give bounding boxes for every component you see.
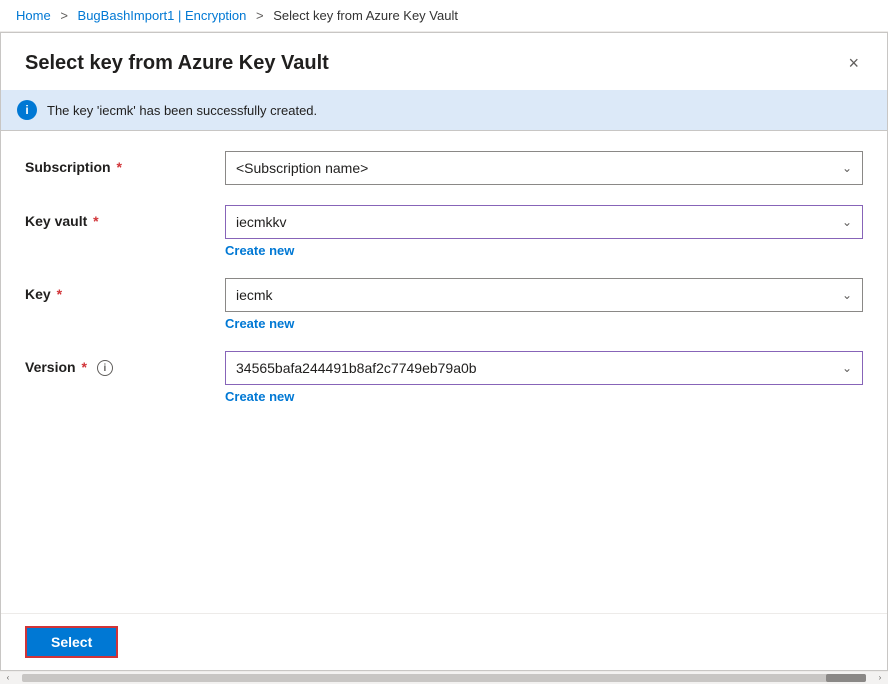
key-dropdown[interactable]: iecmk ⌄ bbox=[225, 278, 863, 312]
scroll-left-arrow[interactable]: ‹ bbox=[2, 672, 14, 684]
banner-message: The key 'iecmk' has been successfully cr… bbox=[47, 103, 317, 118]
version-dropdown[interactable]: 34565bafa244491b8af2c7749eb79a0b ⌄ bbox=[225, 351, 863, 385]
subscription-control: <Subscription name> ⌄ bbox=[225, 151, 863, 185]
key-vault-label: Key vault * bbox=[25, 205, 225, 229]
version-required: * bbox=[78, 359, 87, 375]
subscription-required: * bbox=[113, 159, 122, 175]
key-control: iecmk ⌄ Create new bbox=[225, 278, 863, 331]
dialog: Select key from Azure Key Vault × i The … bbox=[0, 32, 888, 671]
subscription-dropdown[interactable]: <Subscription name> ⌄ bbox=[225, 151, 863, 185]
info-icon: i bbox=[17, 100, 37, 120]
version-create-new[interactable]: Create new bbox=[225, 389, 863, 404]
dialog-body: Subscription * <Subscription name> ⌄ Key… bbox=[1, 130, 887, 613]
subscription-row: Subscription * <Subscription name> ⌄ bbox=[25, 151, 863, 185]
key-create-new[interactable]: Create new bbox=[225, 316, 863, 331]
key-label: Key * bbox=[25, 278, 225, 302]
page-wrapper: Home > BugBashImport1 | Encryption > Sel… bbox=[0, 0, 888, 683]
key-vault-row: Key vault * iecmkkv ⌄ Create new bbox=[25, 205, 863, 258]
dialog-footer: Select bbox=[1, 613, 887, 670]
breadcrumb-current: Select key from Azure Key Vault bbox=[273, 8, 458, 23]
key-vault-create-new[interactable]: Create new bbox=[225, 243, 863, 258]
key-value: iecmk bbox=[236, 287, 273, 303]
subscription-value: <Subscription name> bbox=[236, 160, 368, 176]
version-info-icon[interactable]: i bbox=[97, 360, 113, 376]
subscription-label: Subscription * bbox=[25, 151, 225, 175]
key-row: Key * iecmk ⌄ Create new bbox=[25, 278, 863, 331]
breadcrumb-home[interactable]: Home bbox=[16, 8, 51, 23]
version-label: Version * i bbox=[25, 351, 225, 376]
breadcrumb-import[interactable]: BugBashImport1 | Encryption bbox=[78, 8, 247, 23]
dialog-header: Select key from Azure Key Vault × bbox=[1, 33, 887, 90]
breadcrumb-sep2: > bbox=[256, 8, 267, 23]
key-vault-control: iecmkkv ⌄ Create new bbox=[225, 205, 863, 258]
key-vault-chevron: ⌄ bbox=[842, 215, 852, 229]
key-vault-dropdown[interactable]: iecmkkv ⌄ bbox=[225, 205, 863, 239]
version-value: 34565bafa244491b8af2c7749eb79a0b bbox=[236, 360, 477, 376]
close-button[interactable]: × bbox=[844, 49, 863, 78]
scrollbar[interactable]: ‹ › bbox=[0, 671, 888, 683]
key-vault-required: * bbox=[89, 213, 98, 229]
key-required: * bbox=[53, 286, 62, 302]
key-vault-value: iecmkkv bbox=[236, 214, 287, 230]
scroll-thumb bbox=[826, 674, 866, 682]
subscription-chevron: ⌄ bbox=[842, 161, 852, 175]
info-banner: i The key 'iecmk' has been successfully … bbox=[1, 90, 887, 130]
select-button[interactable]: Select bbox=[25, 626, 118, 658]
breadcrumb-sep1: > bbox=[60, 8, 71, 23]
scroll-track bbox=[22, 674, 866, 682]
version-row: Version * i 34565bafa244491b8af2c7749eb7… bbox=[25, 351, 863, 404]
key-chevron: ⌄ bbox=[842, 288, 852, 302]
breadcrumb: Home > BugBashImport1 | Encryption > Sel… bbox=[0, 0, 888, 32]
scroll-right-arrow[interactable]: › bbox=[874, 672, 886, 684]
dialog-title: Select key from Azure Key Vault bbox=[25, 52, 329, 75]
version-chevron: ⌄ bbox=[842, 361, 852, 375]
version-control: 34565bafa244491b8af2c7749eb79a0b ⌄ Creat… bbox=[225, 351, 863, 404]
